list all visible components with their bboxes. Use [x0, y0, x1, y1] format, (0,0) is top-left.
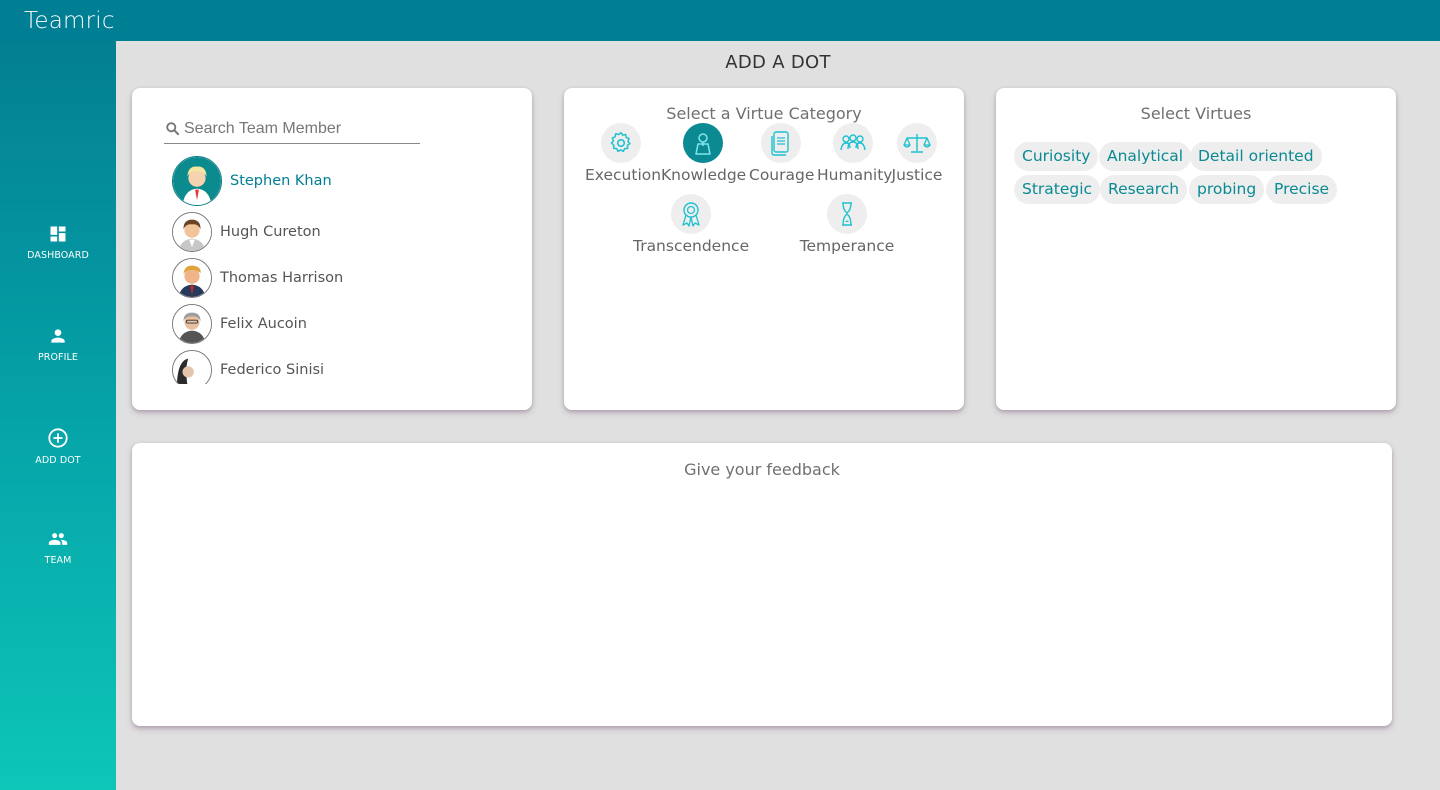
avatar [172, 212, 212, 252]
gear-icon [601, 123, 641, 163]
search-input[interactable] [184, 117, 414, 141]
document-icon [761, 123, 801, 163]
virtue-chip-precise[interactable]: Precise [1266, 175, 1338, 204]
search-icon [166, 122, 180, 136]
card-title: Select a Virtue Category [666, 104, 862, 123]
member-list: Stephen Khan Hugh Cureton Thomas Harriso [172, 154, 512, 384]
sidebar-item-dashboard[interactable]: DASHBOARD [0, 224, 116, 261]
virtue-chip-probing[interactable]: probing [1189, 175, 1265, 204]
feedback-card: Give your feedback [132, 443, 1392, 726]
dashboard-icon [50, 226, 66, 242]
avatar [172, 350, 212, 384]
virtue-chip-detail-oriented[interactable]: Detail oriented [1190, 142, 1322, 171]
category-label: Knowledge [661, 166, 747, 184]
virtue-chip-research[interactable]: Research [1100, 175, 1188, 204]
category-label: Humanity [817, 166, 893, 184]
hourglass-icon [827, 194, 867, 234]
list-item-member-thomas-harrison[interactable]: Thomas Harrison [172, 258, 343, 298]
category-transcendence[interactable]: Transcendence [633, 194, 749, 255]
category-label: Transcendence [633, 237, 750, 255]
group-icon [48, 533, 68, 545]
avatar [172, 258, 212, 298]
search-field [164, 116, 420, 144]
team-member-card: Stephen Khan Hugh Cureton Thomas Harriso [132, 88, 532, 410]
sidebar-item-profile[interactable]: PROFILE [0, 326, 116, 363]
list-item-member-hugh-cureton[interactable]: Hugh Cureton [172, 212, 321, 252]
list-item-member-federico-sinisi[interactable]: Federico Sinisi [172, 350, 324, 384]
sidebar-item-label: DASHBOARD [27, 250, 89, 261]
virtue-chip-curiosity[interactable]: Curiosity [1014, 142, 1099, 171]
feedback-textarea[interactable] [152, 487, 1372, 707]
member-name: Federico Sinisi [220, 362, 325, 378]
top-bar: Teamric [0, 0, 1440, 41]
avatar [172, 156, 222, 206]
sidebar-item-add-dot[interactable]: ADD DOT [0, 427, 116, 466]
sidebar-nav: DASHBOARD PROFILE ADD DOT TEAM [0, 41, 116, 790]
person-icon [51, 329, 65, 343]
virtue-chip-analytical[interactable]: Analytical [1099, 142, 1192, 171]
list-item-member-stephen-khan[interactable]: Stephen Khan [172, 156, 332, 206]
sidebar-item-label: PROFILE [37, 352, 79, 363]
category-knowledge[interactable]: Knowledge [661, 123, 747, 184]
virtue-chip-strategic[interactable]: Strategic [1014, 175, 1101, 204]
category-label: Justice [891, 166, 943, 184]
virtues-card: Select Virtues Curiosity Analytical Deta… [996, 88, 1396, 410]
category-execution[interactable]: Execution [585, 123, 662, 184]
sidebar-item-label: TEAM [44, 555, 72, 566]
sidebar-item-team[interactable]: TEAM [0, 529, 116, 566]
app-brand[interactable]: Teamric [24, 8, 115, 34]
knowledge-icon [683, 123, 723, 163]
category-label: Temperance [799, 237, 895, 255]
scales-icon [897, 123, 937, 163]
award-icon [671, 194, 711, 234]
card-title: Select Virtues [1140, 104, 1252, 123]
virtue-category-card: Select a Virtue Category Execution Knowl… [564, 88, 964, 410]
member-name: Hugh Cureton [220, 224, 321, 240]
member-name: Felix Aucoin [220, 316, 307, 332]
list-item-member-felix-aucoin[interactable]: Felix Aucoin [172, 304, 307, 344]
member-name: Thomas Harrison [220, 270, 344, 286]
sidebar-item-label: ADD DOT [35, 455, 81, 466]
page-title: ADD A DOT [725, 52, 831, 73]
category-justice[interactable]: Justice [891, 123, 943, 184]
category-label: Execution [585, 166, 662, 184]
card-title: Give your feedback [684, 460, 840, 479]
category-courage[interactable]: Courage [749, 123, 815, 184]
member-name: Stephen Khan [230, 173, 332, 189]
category-label: Courage [749, 166, 815, 184]
category-humanity[interactable]: Humanity [817, 123, 893, 184]
avatar [172, 304, 212, 344]
category-temperance[interactable]: Temperance [795, 194, 899, 255]
add-circle-icon [48, 428, 68, 448]
people-icon [833, 123, 873, 163]
